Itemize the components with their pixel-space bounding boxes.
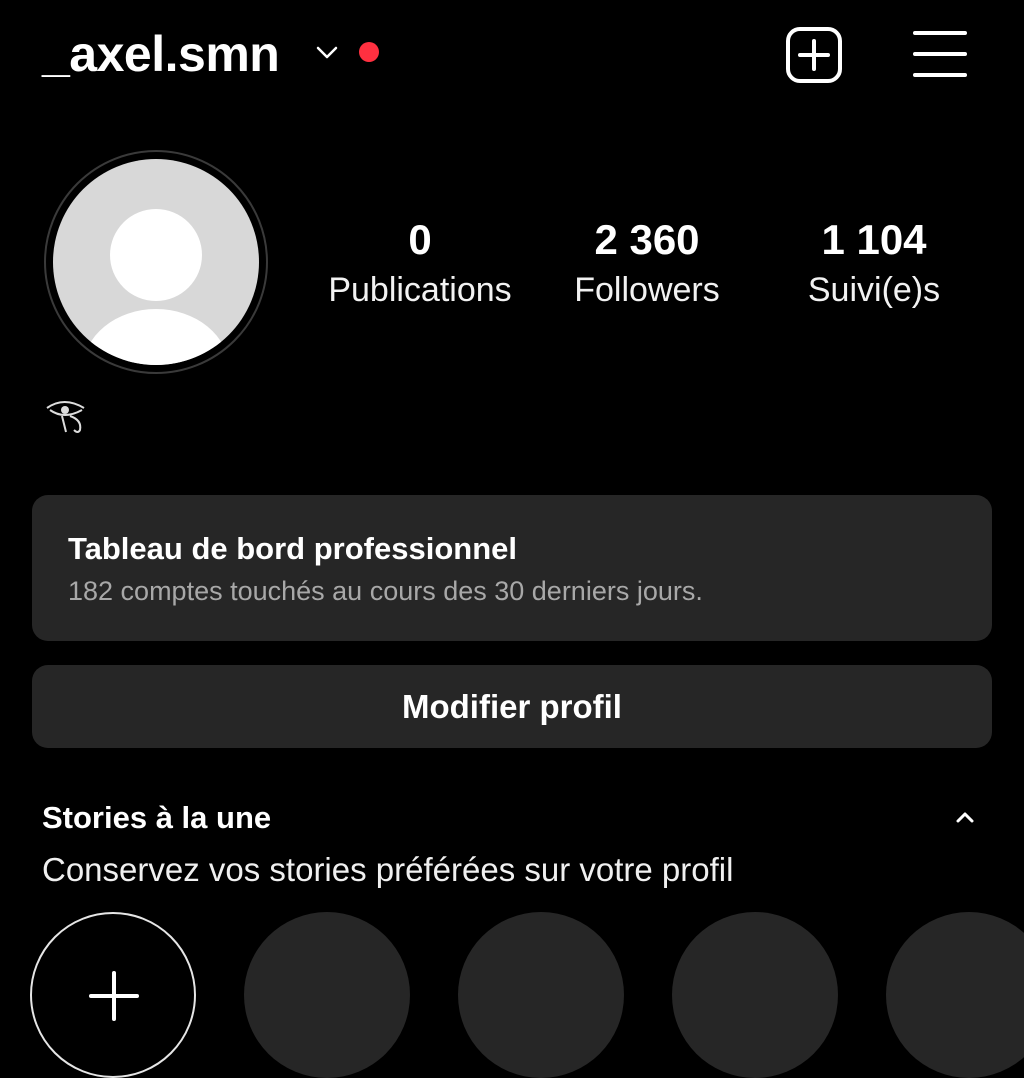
profile-avatar[interactable] <box>44 150 268 374</box>
highlight-placeholder <box>672 912 838 1078</box>
plus-icon <box>89 971 139 1021</box>
stat-value: 1 104 <box>821 216 927 263</box>
stat-label: Suivi(e)s <box>807 271 941 309</box>
new-highlight-button[interactable] <box>30 912 196 1078</box>
eye-of-horus-icon <box>46 401 85 433</box>
menu-icon[interactable] <box>912 28 968 80</box>
stat-value: 2 360 <box>594 216 700 263</box>
stat-following[interactable]: 1 104 Suivi(e)s <box>764 214 984 312</box>
highlights-subtitle: Conservez vos stories préférées sur votr… <box>42 851 734 888</box>
dashboard-title: Tableau de bord professionnel <box>68 531 517 566</box>
highlight-placeholder <box>244 912 410 1078</box>
stat-followers[interactable]: 2 360 Followers <box>537 214 757 312</box>
stat-label: Publications <box>328 271 512 309</box>
highlight-placeholder <box>458 912 624 1078</box>
professional-dashboard-card[interactable]: Tableau de bord professionnel 182 compte… <box>32 495 992 641</box>
dashboard-subtitle: 182 comptes touchés au cours des 30 dern… <box>68 576 703 606</box>
highlight-placeholder <box>886 912 1024 1078</box>
highlights-title: Stories à la une <box>42 800 272 835</box>
chevron-up-icon[interactable] <box>952 806 978 828</box>
stat-value: 0 <box>408 216 432 263</box>
notification-dot <box>359 42 379 62</box>
new-post-icon[interactable] <box>784 25 844 85</box>
chevron-down-icon[interactable] <box>314 42 340 62</box>
stat-publications[interactable]: 0 Publications <box>310 214 530 312</box>
avatar-placeholder <box>53 159 259 365</box>
stat-label: Followers <box>574 271 720 309</box>
edit-profile-button[interactable]: Modifier profil <box>32 665 992 748</box>
profile-username[interactable]: _axel.smn <box>42 22 280 86</box>
